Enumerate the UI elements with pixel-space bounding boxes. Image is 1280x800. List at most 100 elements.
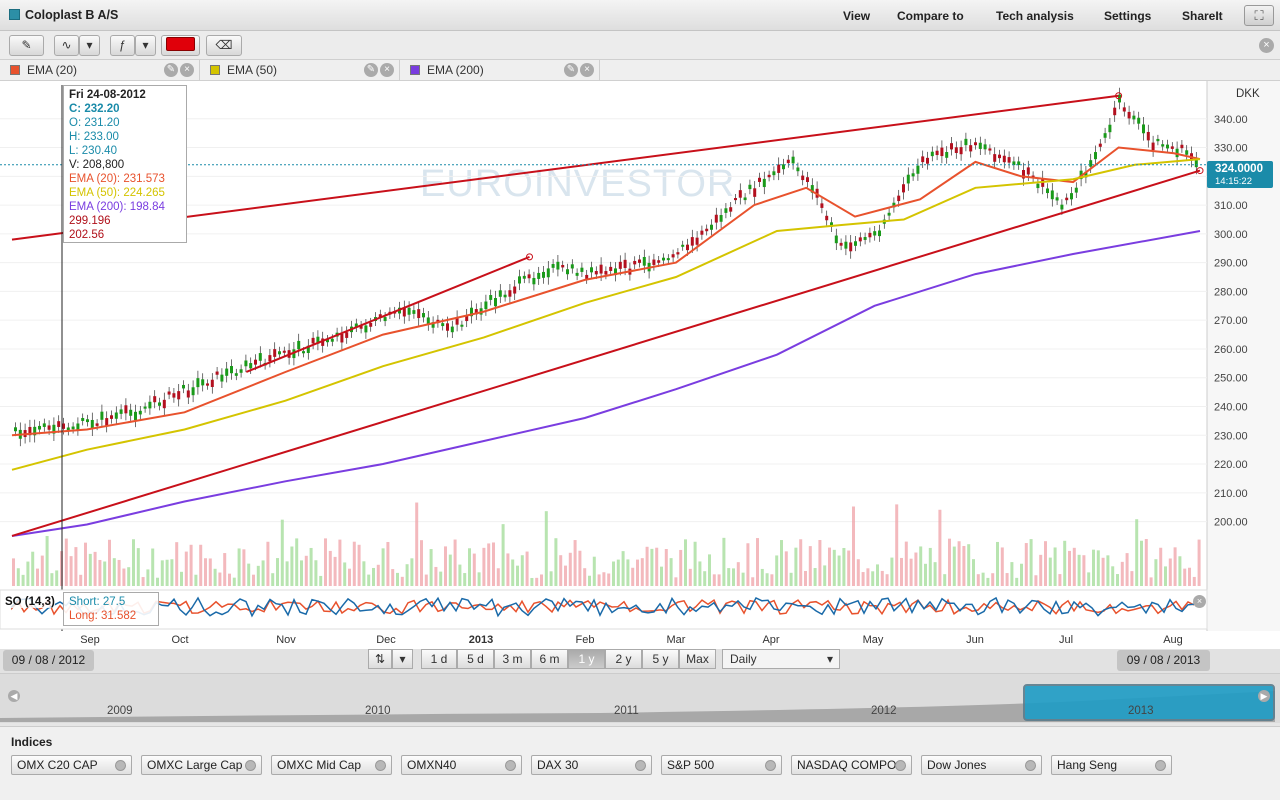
so-indicator-label: SO (14,3)	[5, 596, 55, 608]
toggle-icon[interactable]	[895, 760, 906, 771]
toggle-icon[interactable]	[245, 760, 256, 771]
close-icon[interactable]: ×	[180, 63, 194, 77]
candle-body	[513, 286, 517, 294]
interval-select[interactable]: Daily ▾	[722, 649, 840, 669]
edit-icon[interactable]: ✎	[564, 63, 578, 77]
candle-body	[191, 387, 195, 396]
color-swatch[interactable]	[166, 37, 195, 51]
index-button[interactable]: OMXC Large Cap	[141, 755, 262, 775]
volume-bar	[890, 557, 894, 586]
time-navigator[interactable]: ◀ ▶ 2009 2010 2011 2012 2013	[0, 673, 1280, 723]
candle-body	[796, 167, 800, 172]
scroll-left-icon[interactable]: ◀	[8, 690, 20, 702]
close-icon[interactable]: ×	[380, 63, 394, 77]
menu-view[interactable]: View	[843, 9, 870, 23]
candle-body	[1137, 117, 1141, 124]
candle-body	[849, 242, 853, 252]
volume-bar	[309, 547, 313, 586]
menu-settings[interactable]: Settings	[1104, 9, 1151, 23]
range-button[interactable]: 3 m	[494, 649, 531, 669]
range-button[interactable]: 2 y	[605, 649, 642, 669]
menu-tech-analysis[interactable]: Tech analysis	[996, 9, 1074, 23]
candle-body	[954, 147, 958, 153]
volume-bar	[736, 562, 740, 586]
tooltip-low: L: 230.40	[69, 145, 117, 157]
volume-bar	[16, 568, 20, 586]
x-tick-label: Feb	[576, 634, 595, 646]
volume-bar	[564, 565, 567, 586]
scroll-right-icon[interactable]: ▶	[1258, 690, 1270, 702]
volume-bar	[540, 574, 543, 586]
index-label: NASDAQ COMPO	[797, 758, 897, 772]
index-button[interactable]: OMX C20 CAP	[11, 755, 132, 775]
range-button[interactable]: 5 y	[642, 649, 679, 669]
toggle-icon[interactable]	[1025, 760, 1036, 771]
menu-compare-to[interactable]: Compare to	[897, 9, 964, 23]
chart-area[interactable]: EUROINVESTOR 200.00 210.00 220.00 230.00 240…	[0, 81, 1280, 655]
volume-bar	[698, 561, 702, 586]
toggle-icon[interactable]	[635, 760, 646, 771]
candle-body	[825, 215, 829, 221]
index-button[interactable]: Dow Jones	[921, 755, 1042, 775]
candle-body	[978, 142, 982, 149]
range-button[interactable]: 1 d	[421, 649, 457, 669]
fibonacci-icon[interactable]: ƒ	[110, 35, 135, 56]
clear-drawings-icon[interactable]: ⌫	[206, 35, 242, 56]
chevron-down-icon[interactable]: ▾	[135, 35, 156, 56]
volume-bar	[1010, 562, 1014, 586]
close-icon[interactable]: ×	[580, 63, 594, 77]
toggle-icon[interactable]	[1155, 760, 1166, 771]
volume-bar	[1111, 566, 1115, 586]
volume-bar	[837, 555, 841, 586]
volume-bar	[544, 511, 548, 586]
end-date[interactable]: 09 / 08 / 2013	[1117, 650, 1210, 671]
volume-bar	[132, 539, 135, 586]
chevron-down-icon[interactable]: ▾	[79, 35, 100, 56]
range-button[interactable]: Max	[679, 649, 716, 669]
volume-bar	[813, 568, 817, 586]
close-icon[interactable]: ×	[1259, 38, 1274, 53]
candle-body	[71, 426, 75, 430]
candle-body	[42, 423, 46, 427]
toggle-icon[interactable]	[765, 760, 776, 771]
toggle-icon[interactable]	[115, 760, 126, 771]
volume-bar	[429, 549, 433, 586]
indicator-tab-ema20[interactable]: EMA (20) ✎ ×	[0, 60, 200, 81]
candle-body	[777, 164, 781, 173]
range-button[interactable]: 5 d	[457, 649, 494, 669]
line-tool-icon[interactable]: ∿	[54, 35, 79, 56]
candle-body	[695, 237, 699, 245]
volume-bar	[861, 572, 865, 586]
index-button[interactable]: OMXC Mid Cap	[271, 755, 392, 775]
index-button[interactable]: Hang Seng	[1051, 755, 1172, 775]
candle-body	[734, 198, 737, 201]
chevron-down-icon[interactable]: ▾	[392, 649, 413, 669]
menu-shareit[interactable]: ShareIt	[1182, 9, 1223, 23]
volume-bar	[765, 573, 769, 586]
last-time: 14:15:22	[1215, 176, 1252, 187]
compare-icon[interactable]: ⇅	[368, 649, 392, 669]
volume-bar	[885, 574, 889, 586]
range-button[interactable]: 6 m	[531, 649, 568, 669]
indicator-tab-ema50[interactable]: EMA (50) ✎ ×	[200, 60, 400, 81]
volume-bar	[223, 553, 227, 586]
price-chart[interactable]: 200.00 210.00 220.00 230.00 240.00 250.00 260.…	[0, 81, 1280, 649]
volume-bar	[444, 546, 447, 586]
edit-icon[interactable]: ✎	[364, 63, 378, 77]
start-date[interactable]: 09 / 08 / 2012	[3, 650, 94, 671]
indicator-tab-ema200[interactable]: EMA (200) ✎ ×	[400, 60, 600, 81]
toggle-icon[interactable]	[505, 760, 516, 771]
index-button[interactable]: NASDAQ COMPO	[791, 755, 912, 775]
index-button[interactable]: DAX 30	[531, 755, 652, 775]
index-button[interactable]: OMXN40	[401, 755, 522, 775]
toggle-icon[interactable]	[375, 760, 386, 771]
pencil-icon[interactable]: ✎	[9, 35, 44, 56]
index-button[interactable]: S&P 500	[661, 755, 782, 775]
volume-bar	[117, 559, 121, 586]
close-icon[interactable]: ×	[1193, 595, 1206, 608]
edit-icon[interactable]: ✎	[164, 63, 178, 77]
maximize-icon[interactable]: ⛶	[1244, 5, 1274, 26]
volume-bar	[506, 553, 510, 586]
volume-bar	[1192, 576, 1196, 586]
range-button[interactable]: 1 y	[568, 649, 605, 669]
